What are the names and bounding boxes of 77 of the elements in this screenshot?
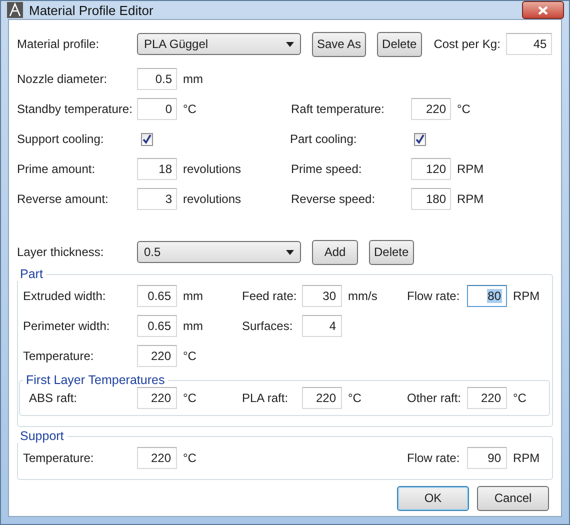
group-title: Part [19, 267, 44, 281]
unit-label: mm/s [347, 289, 378, 303]
number-field[interactable]: 18 [137, 158, 177, 180]
field-label: Material profile: [17, 37, 100, 51]
unit-label: revolutions [182, 192, 242, 206]
field-label: Flow rate: [407, 289, 461, 303]
field-label: Flow rate: [407, 451, 461, 465]
field-label: PLA raft: [242, 391, 290, 405]
field-label: Extruded width: [23, 289, 107, 303]
number-field[interactable]: 0.5 [137, 68, 177, 90]
checkbox[interactable] [414, 132, 426, 146]
number-field[interactable]: 220 [137, 345, 177, 367]
field-label: Standby temperature: [17, 102, 134, 116]
layer-dropdown[interactable]: 0.5 [137, 241, 301, 263]
field-label: Feed rate: [242, 289, 298, 303]
dropdown-arrow-icon [286, 42, 294, 46]
field-label: Prime amount: [17, 162, 96, 176]
number-field[interactable]: 90 [467, 447, 507, 469]
unit-label: RPM [456, 162, 485, 176]
field-label: Support cooling: [17, 132, 105, 146]
number-field[interactable]: 220 [467, 387, 507, 409]
number-field[interactable]: 3 [137, 188, 177, 210]
unit-label: mm [182, 289, 204, 303]
layer-button[interactable]: Add [312, 240, 358, 264]
unit-label: °C [182, 391, 198, 405]
field-label: Temperature: [23, 451, 95, 465]
dialog-button[interactable]: OK [397, 486, 469, 510]
number-field[interactable]: 220 [302, 387, 342, 409]
number-field[interactable]: 0.65 [137, 285, 177, 307]
dialog-button[interactable]: Cancel [477, 486, 549, 510]
unit-label: °C [456, 102, 472, 116]
group-title: First Layer Temperatures [25, 373, 166, 387]
number-field[interactable]: 0 [137, 98, 177, 120]
field-label: ABS raft: [29, 391, 78, 405]
unit-label: mm [182, 72, 204, 86]
profile-button[interactable]: Delete [377, 32, 422, 56]
checkbox[interactable] [141, 132, 153, 146]
profile-button[interactable]: Save As [312, 32, 366, 56]
number-field[interactable]: 180 [411, 188, 451, 210]
unit-label: °C [182, 349, 198, 363]
number-field[interactable]: 30 [302, 285, 342, 307]
window-title: Material Profile Editor [29, 2, 154, 18]
field-label: Prime speed: [291, 162, 363, 176]
field-label: Reverse amount: [17, 192, 110, 206]
unit-label: °C [347, 391, 362, 405]
cost-field[interactable]: 45 [506, 33, 552, 55]
profile-dropdown[interactable]: PLA Güggel [137, 33, 301, 55]
unit-label: °C [182, 102, 198, 116]
field-label: Nozzle diameter: [17, 72, 108, 86]
field-label: Raft temperature: [291, 102, 386, 116]
field-label: Part cooling: [290, 132, 358, 146]
field-label: Layer thickness: [17, 245, 105, 259]
close-icon [538, 6, 548, 14]
unit-label: mm [182, 319, 204, 333]
dropdown-arrow-icon [286, 250, 294, 254]
unit-label: °C [182, 451, 198, 465]
number-field[interactable]: 0.65 [137, 315, 177, 337]
close-button[interactable] [522, 1, 564, 19]
unit-label: RPM [512, 451, 541, 465]
field-label: Temperature: [23, 349, 95, 363]
group-title: Support [19, 429, 65, 443]
field-label: Reverse speed: [291, 192, 376, 206]
number-field[interactable]: 4 [302, 315, 342, 337]
field-label: Other raft: [407, 391, 462, 405]
layer-button[interactable]: Delete [369, 240, 414, 264]
field-label: Surfaces: [242, 319, 294, 333]
field-label: Cost per Kg: [434, 37, 502, 51]
number-field[interactable]: 220 [137, 387, 177, 409]
unit-label: revolutions [182, 162, 242, 176]
field-label: Perimeter width: [23, 319, 111, 333]
number-field[interactable]: 80 [467, 285, 507, 307]
number-field[interactable]: 220 [137, 447, 177, 469]
unit-label: °C [512, 391, 528, 405]
unit-label: RPM [456, 192, 485, 206]
unit-label: RPM [512, 289, 541, 303]
number-field[interactable]: 120 [411, 158, 451, 180]
number-field[interactable]: 220 [411, 98, 451, 120]
